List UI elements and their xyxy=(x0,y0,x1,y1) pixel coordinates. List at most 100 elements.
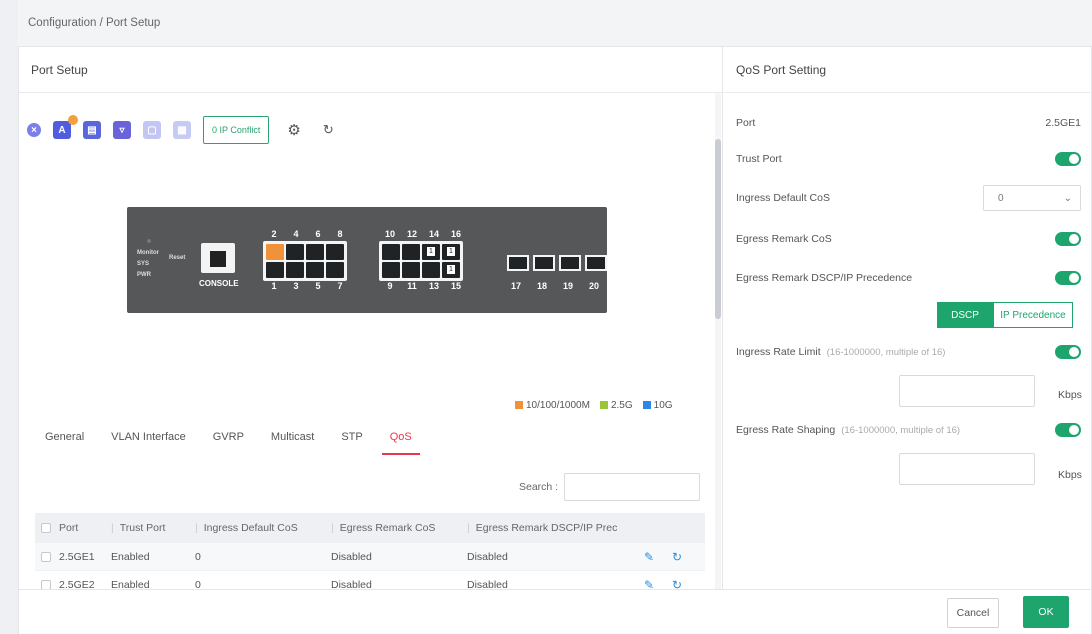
port-17[interactable] xyxy=(507,255,529,271)
port-18[interactable] xyxy=(533,255,555,271)
ingress-default-cos-select[interactable]: 0 ⌄ xyxy=(983,185,1081,211)
port-16[interactable]: 1 xyxy=(442,244,460,260)
port-number: 11 xyxy=(407,281,417,291)
col-egress-remark-cos-label: Egress Remark CoS xyxy=(339,522,436,534)
port-7[interactable] xyxy=(326,262,344,278)
port-12[interactable] xyxy=(402,244,420,260)
port-8[interactable] xyxy=(326,244,344,260)
row-checkbox[interactable] xyxy=(41,551,51,562)
egress-kbps-label: Kbps xyxy=(1058,469,1082,481)
select-all-checkbox[interactable] xyxy=(41,523,51,533)
refresh-icon[interactable]: ↻ xyxy=(323,122,334,138)
cancel-button[interactable]: Cancel xyxy=(947,598,999,628)
port-number: 1 xyxy=(271,281,277,291)
port-4[interactable] xyxy=(286,244,304,260)
egress-remark-cos-toggle[interactable] xyxy=(1055,232,1081,246)
egress-remark-dscp-label: Egress Remark DSCP/IP Precedence xyxy=(736,272,913,284)
port-number: 4 xyxy=(293,229,299,239)
egress-remark-dscp-row: Egress Remark DSCP/IP Precedence xyxy=(736,271,1081,285)
monitor-led xyxy=(147,239,151,243)
port-19[interactable] xyxy=(559,255,581,271)
port-13[interactable] xyxy=(422,262,440,278)
ingress-rate-input[interactable] xyxy=(899,375,1035,407)
network-icon[interactable]: ▦ xyxy=(173,121,191,139)
row-checkbox[interactable] xyxy=(41,579,51,590)
port-1[interactable] xyxy=(266,262,284,278)
egress-remark-cos-row: Egress Remark CoS xyxy=(736,232,1081,246)
search-label: Search : xyxy=(519,481,559,493)
port-9[interactable] xyxy=(382,262,400,278)
dscp-option[interactable]: DSCP xyxy=(937,302,993,328)
notification-badge xyxy=(68,115,78,125)
col-port[interactable]: Port xyxy=(59,522,111,534)
col-trust-port[interactable]: | Trust Port xyxy=(111,522,195,534)
egress-rate-shaping-row: Egress Rate Shaping (16-1000000, multiple… xyxy=(736,423,1081,437)
port-5[interactable] xyxy=(306,262,324,278)
legend-item: 10G xyxy=(642,400,673,411)
device-icon[interactable]: ▤ xyxy=(83,121,101,139)
tab-multicast[interactable]: Multicast xyxy=(271,431,314,455)
ip-conflict-button[interactable]: 0 IP Conflict xyxy=(203,116,270,144)
trust-port-toggle[interactable] xyxy=(1055,152,1081,166)
col-egress-remark-dscp[interactable]: | Egress Remark DSCP/IP Prec xyxy=(467,522,635,534)
lock-icon: 1 xyxy=(447,247,455,256)
port-label: Port xyxy=(736,117,756,129)
account-icon[interactable]: A xyxy=(53,115,78,139)
edit-icon[interactable]: ✎ xyxy=(635,550,663,564)
port-6[interactable] xyxy=(306,244,324,260)
ip-precedence-option[interactable]: IP Precedence xyxy=(993,302,1073,328)
main-frame: Port Setup × A ▤ ▿ ▢ ▦ 0 IP Conflict ⚙ ↻… xyxy=(18,46,1092,634)
port-setup-panel: Port Setup × A ▤ ▿ ▢ ▦ 0 IP Conflict ⚙ ↻… xyxy=(19,47,723,599)
ingress-rate-hint: (16-1000000, multiple of 16) xyxy=(826,347,946,358)
ok-button[interactable]: OK xyxy=(1023,596,1069,628)
reset-icon[interactable]: ↻ xyxy=(663,550,691,564)
tab-bar: General VLAN Interface GVRP Multicast ST… xyxy=(45,431,447,455)
tab-general[interactable]: General xyxy=(45,431,84,455)
gear-icon[interactable]: ⚙ xyxy=(287,121,300,139)
lock-icon: 1 xyxy=(447,265,455,274)
table-row[interactable]: 2.5GE1 Enabled 0 Disabled Disabled ✎ ↻ xyxy=(35,543,705,571)
egress-rate-shaping-toggle[interactable] xyxy=(1055,423,1081,437)
scrollbar-thumb[interactable] xyxy=(715,139,721,319)
port-15[interactable]: 1 xyxy=(442,262,460,278)
qos-port-setting-panel: QoS Port Setting Port 2.5GE1 Trust Port … xyxy=(724,47,1092,589)
port-14[interactable]: 1 xyxy=(422,244,440,260)
port-10[interactable] xyxy=(382,244,400,260)
tab-stp[interactable]: STP xyxy=(341,431,362,455)
legend-swatch-orange xyxy=(515,401,523,409)
port-value: 2.5GE1 xyxy=(1045,117,1081,129)
close-circle-icon[interactable]: × xyxy=(27,123,41,137)
egress-remark-dscp-toggle[interactable] xyxy=(1055,271,1081,285)
port-11[interactable] xyxy=(402,262,420,278)
vertical-scrollbar[interactable] xyxy=(715,93,721,589)
egress-rate-shaping-label-group: Egress Rate Shaping (16-1000000, multiple… xyxy=(736,424,960,436)
tab-qos[interactable]: QoS xyxy=(381,431,420,455)
col-egress-remark-cos[interactable]: | Egress Remark CoS xyxy=(331,522,467,534)
ingress-kbps-label: Kbps xyxy=(1058,389,1082,401)
port-20[interactable] xyxy=(585,255,607,271)
shield-icon[interactable]: ▿ xyxy=(113,121,131,139)
qos-panel-title: QoS Port Setting xyxy=(724,47,1092,93)
ingress-rate-limit-row: Ingress Rate Limit (16-1000000, multiple … xyxy=(736,345,1081,359)
port-number: 13 xyxy=(428,281,439,291)
port-number: 10 xyxy=(384,229,395,239)
col-ingress-default-cos[interactable]: | Ingress Default CoS xyxy=(195,522,331,534)
port-3[interactable] xyxy=(286,262,304,278)
ingress-default-cos-value: 0 xyxy=(998,192,1004,204)
tab-vlan-interface[interactable]: VLAN Interface xyxy=(111,431,186,455)
col-egress-remark-dscp-label: Egress Remark DSCP/IP Prec xyxy=(475,522,618,534)
egress-rate-input[interactable] xyxy=(899,453,1035,485)
egress-remark-cos-label: Egress Remark CoS xyxy=(736,233,832,245)
ingress-rate-limit-toggle[interactable] xyxy=(1055,345,1081,359)
port-number: 7 xyxy=(337,281,343,291)
lock-icon[interactable]: ▢ xyxy=(143,121,161,139)
port-2[interactable] xyxy=(266,244,284,260)
cell-trust-port: Enabled xyxy=(111,550,150,563)
search-input[interactable] xyxy=(564,473,701,501)
ingress-rate-limit-label: Ingress Rate Limit xyxy=(736,346,821,358)
top-port-numbers-1: 2 4 6 8 xyxy=(263,229,351,239)
tab-gvrp[interactable]: GVRP xyxy=(213,431,244,455)
col-ingress-default-cos-label: Ingress Default CoS xyxy=(203,522,298,534)
cell-egress-dscp: Disabled xyxy=(467,550,508,563)
console-port[interactable] xyxy=(201,243,235,273)
